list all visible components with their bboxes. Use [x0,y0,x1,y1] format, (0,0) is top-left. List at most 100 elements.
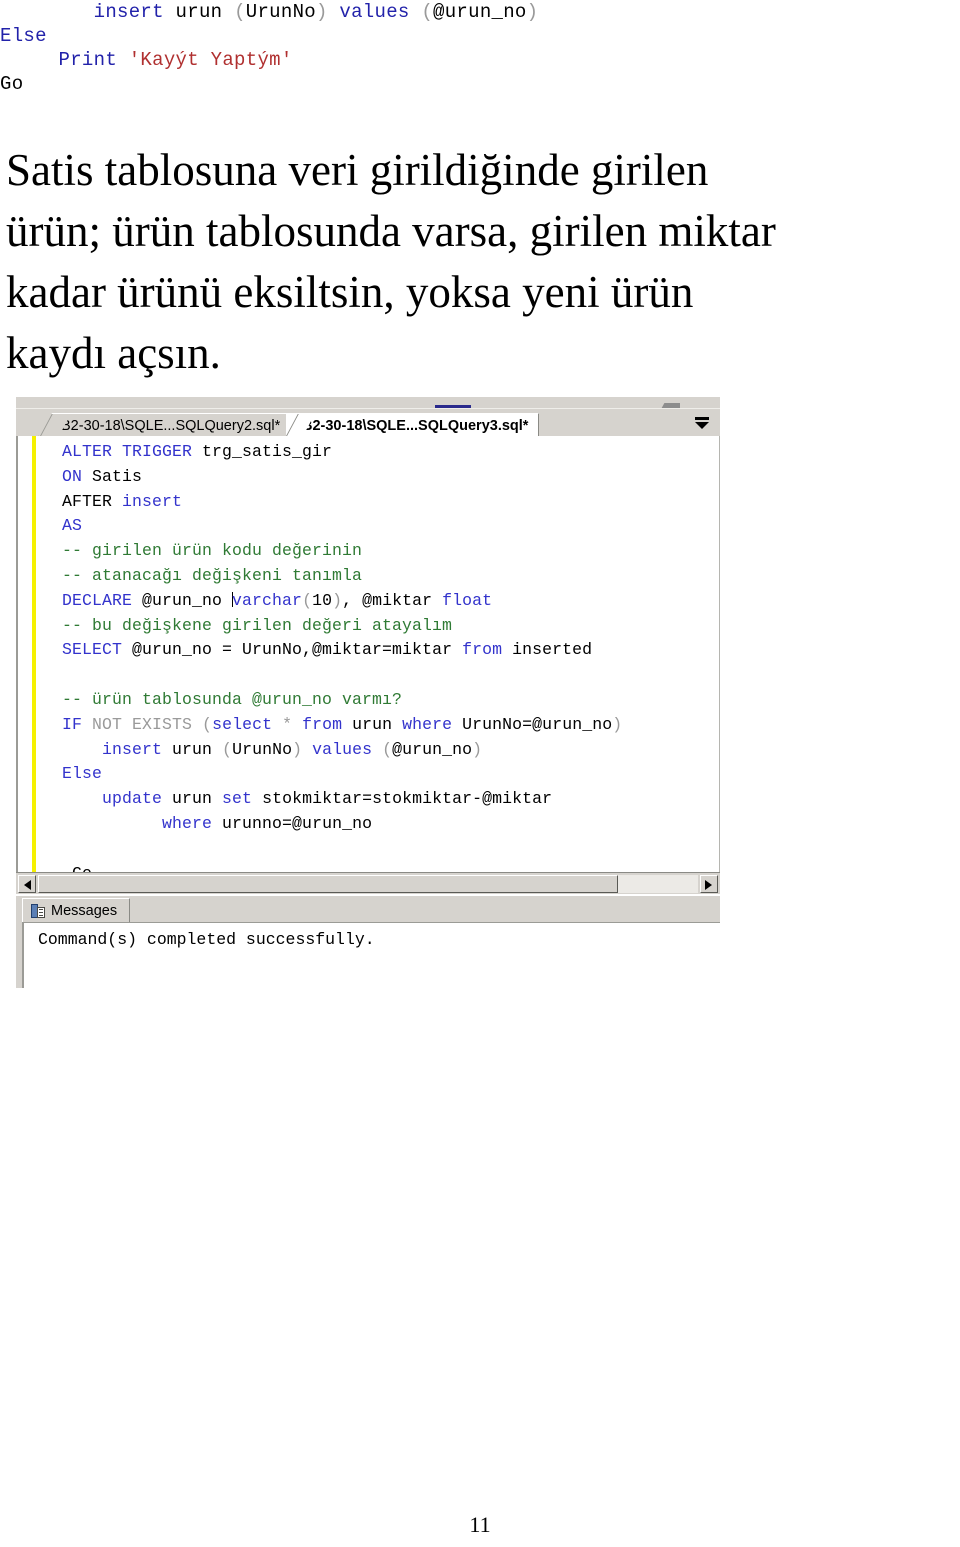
code-token: -- bu değişkene girilen değeri atayalım [62,615,453,635]
code-token: update [102,789,163,809]
scroll-right-arrow-icon[interactable] [700,875,718,893]
code-line: -- bu değişkene girilen değeri atayalım [62,614,622,639]
code-token: -- girilen ürün kodu değerinin [62,541,363,561]
code-token: from [462,640,503,660]
arrow-glyph [24,880,31,890]
code-line: where urunno=@urun_no [62,812,622,837]
code-line: Else [62,762,622,787]
code-token: UrunNo=@urun_no [452,714,613,734]
sql-editor-pane[interactable]: ALTER TRIGGER trg_satis_gir ON Satis AFTER… [16,436,720,883]
editor-tab-label: B2-30-18\SQLE...SQLQuery2.sql* [61,418,281,434]
code-line: -- ürün tablosunda @urun_no varmı? [62,688,622,713]
editor-change-bar [32,436,36,882]
body-paragraph: Satis tablosuna veri girildiğinde girile… [6,140,954,384]
code-line: insert urun (UrunNo) values (@urun_no) [0,0,960,24]
code-token: stokmiktar=stokmiktar-@miktar [252,789,553,809]
dropdown-triangle [695,422,709,429]
code-token: -- atanacağı değişkeni tanımla [62,565,363,585]
tab-list-dropdown-icon[interactable] [694,417,710,431]
arrow-glyph [705,880,712,890]
page-number: 11 [469,1512,491,1537]
code-token: ( [202,714,213,734]
dropdown-bar [695,417,709,420]
code-token: float [442,590,493,610]
code-line: ON Satis [62,465,622,490]
sql-code-text[interactable]: ALTER TRIGGER trg_satis_gir ON Satis AFTER… [62,440,622,886]
code-line: AS [62,514,622,539]
scrollbar-track[interactable] [618,875,698,893]
code-token: ON [62,466,83,486]
code-token: Else [62,764,103,784]
editor-tab-sqlquery2[interactable]: B2-30-18\SQLE...SQLQuery2.sql* [38,413,289,437]
code-line: DECLARE @urun_no varchar(10), @miktar fl… [62,589,622,614]
messages-tab-label: Messages [51,903,118,919]
code-line: -- atanacağı değişkeni tanımla [62,564,622,589]
editor-tab-strip: B2-30-18\SQLE...SQLQuery2.sql* B2-30-18\… [16,408,720,438]
code-token: urun [342,714,403,734]
code-token: 'Kayýt Yaptým' [128,49,293,71]
code-token: UrunNo [245,1,316,23]
code-token: ALTER TRIGGER [62,442,193,461]
code-token: urunno=@urun_no [212,813,373,833]
code-token: insert [102,739,163,759]
scroll-left-arrow-icon[interactable] [18,875,36,893]
code-token: @urun_no [132,590,233,610]
code-token: set [222,789,253,809]
code-token: UrunNo [232,739,293,759]
code-token: where [162,813,213,833]
messages-pane: Messages Command(s) completed successful… [16,896,720,988]
paragraph-line-4: kaydı açsın. [6,328,221,378]
code-token: trg_satis_gir [192,442,333,461]
editor-tab-sqlquery3[interactable]: B2-30-18\SQLE...SQLQuery3.sql* [285,413,540,438]
code-token: @urun_no [392,739,473,759]
scrollbar-thumb[interactable] [38,875,618,893]
top-code-listing: insert urun (UrunNo) values (@urun_no) El… [0,0,960,96]
code-token: 10 [312,590,333,610]
editor-horizontal-scrollbar[interactable] [16,872,720,894]
code-token: values [312,739,373,759]
code-line: Print 'Kayýt Yaptým' [0,48,960,72]
messages-tab[interactable]: Messages [22,898,131,922]
code-token: ) [315,1,328,23]
code-token: urun [163,1,235,23]
code-token: values [339,1,410,23]
paragraph-line-2: ürün; ürün tablosunda varsa, girilen mik… [6,206,776,256]
code-token: ( [222,739,233,759]
code-line: SELECT @urun_no = UrunNo,@miktar=miktar … [62,638,622,663]
editor-tab-label: B2-30-18\SQLE...SQLQuery3.sql* [302,418,529,434]
code-token: AFTER [62,491,123,511]
code-line: insert urun (UrunNo) values (@urun_no) [62,738,622,763]
code-token: insert [122,491,183,511]
code-token: inserted [502,640,593,660]
code-line: AFTER insert [62,490,622,515]
messages-output-area[interactable]: Command(s) completed successfully. [22,922,720,988]
code-line: -- girilen ürün kodu değerinin [62,539,622,564]
code-token: IF [62,714,83,734]
code-line: Go [0,72,960,96]
code-token: ( [421,1,434,23]
code-token: ) [612,714,623,734]
code-token: AS [62,516,83,536]
code-token: ( [302,590,313,610]
code-token: -- ürün tablosunda @urun_no varmı? [62,689,403,709]
icon-lines [39,909,43,910]
messages-document-icon [31,904,45,918]
code-token: ( [234,1,246,23]
code-token: insert [93,1,164,23]
code-line: ALTER TRIGGER trg_satis_gir [62,440,622,465]
code-token: SELECT [62,640,123,660]
code-token: urun [162,739,223,759]
code-token: urun [162,789,223,809]
code-token: from [302,714,343,734]
code-token: Go [0,73,24,95]
